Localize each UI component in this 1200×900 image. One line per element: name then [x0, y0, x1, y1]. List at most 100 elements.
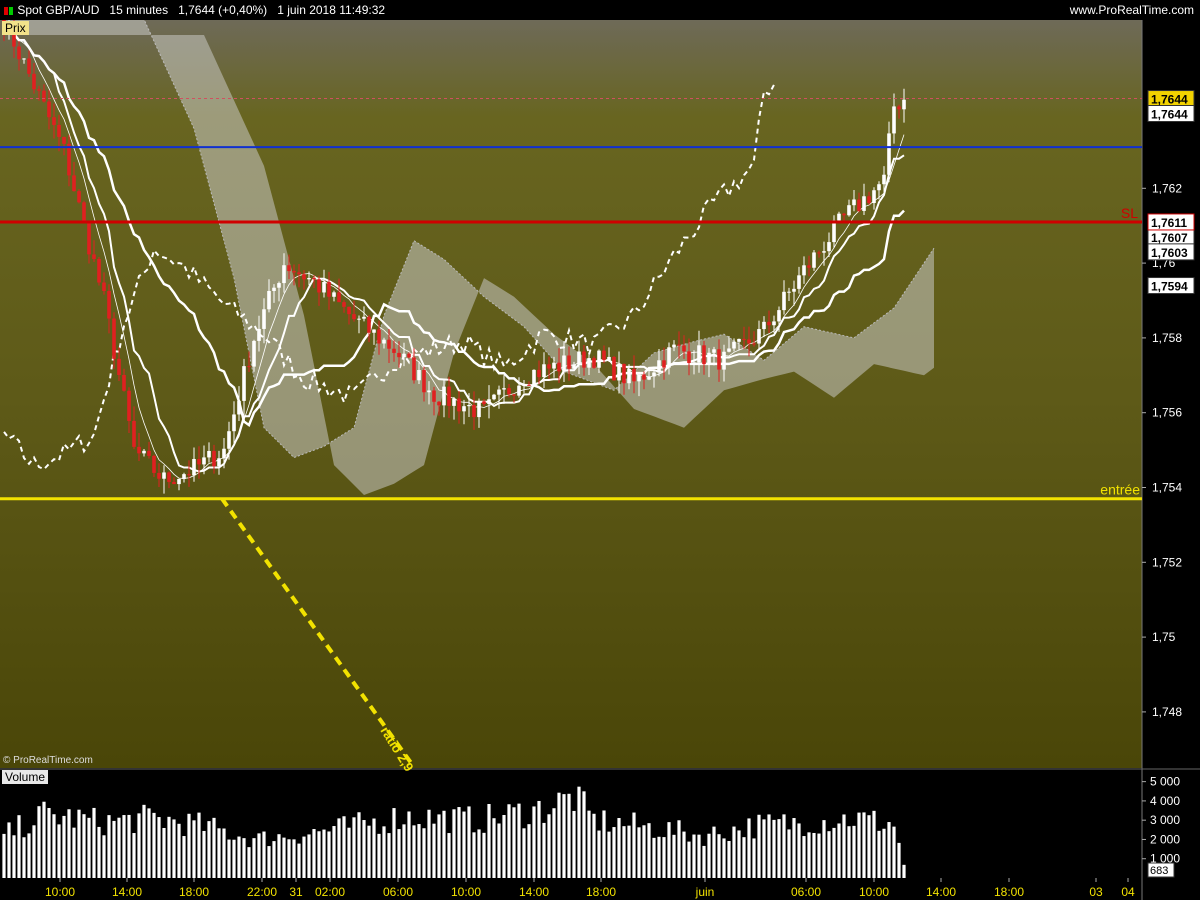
candle-body [67, 143, 71, 176]
candle-body [642, 374, 646, 380]
candle-body [762, 321, 766, 330]
volume-bar [627, 825, 631, 878]
volume-bar [242, 838, 246, 878]
candle-body [72, 175, 76, 192]
volume-bar [882, 828, 886, 878]
volume-bar [667, 822, 671, 878]
candle-body [532, 369, 536, 386]
volume-bar [472, 832, 476, 878]
candle-body [797, 275, 801, 289]
candle-body [22, 58, 26, 60]
candle-body [707, 352, 711, 365]
candle-body [872, 190, 876, 204]
candle-body [897, 106, 901, 110]
candle-body [787, 291, 791, 293]
candle-body [427, 390, 431, 393]
candle-body [247, 366, 251, 368]
candle-body [252, 340, 256, 367]
candle-body [887, 133, 891, 175]
volume-bar [177, 823, 181, 878]
candle-body [322, 282, 326, 293]
volume-bar [107, 815, 111, 878]
candle-body [667, 347, 671, 368]
price-chart[interactable]: SLentréeratio 2,91,7481,751,7521,7541,75… [0, 20, 1200, 900]
candle-body [457, 398, 461, 412]
volume-bar [277, 834, 281, 878]
candle-body [737, 338, 741, 342]
candle-body [617, 363, 621, 381]
volume-bar [487, 804, 491, 878]
candle-body [277, 283, 281, 288]
volume-bar [22, 837, 26, 878]
volume-bar [247, 847, 251, 878]
candle-body [462, 406, 466, 412]
volume-bar [597, 830, 601, 878]
candle-body [772, 321, 776, 326]
candle-body [492, 394, 496, 400]
entree-label: entrée [1100, 482, 1140, 498]
time-tick-label: 18:00 [994, 885, 1024, 899]
down-indicator-icon [4, 6, 8, 15]
volume-bar [577, 786, 581, 878]
candle-body [802, 265, 806, 276]
volume-bar [342, 816, 346, 878]
volume-bar [742, 837, 746, 878]
volume-bar [222, 828, 226, 878]
volume-bar [787, 829, 791, 878]
volume-bar [527, 824, 531, 878]
candle-body [587, 358, 591, 368]
volume-bar [507, 804, 511, 878]
candle-body [857, 199, 861, 211]
candle-body [702, 345, 706, 365]
candle-body [757, 329, 761, 344]
volume-bar [42, 801, 46, 878]
price-tick-label: 1,752 [1152, 555, 1182, 569]
candle-body [742, 338, 746, 340]
candle-body [187, 474, 191, 476]
time-tick-label: 06:00 [383, 885, 413, 899]
volume-bar [747, 818, 751, 878]
volume-bar [452, 809, 456, 878]
volume-panel-label: Volume [2, 770, 49, 784]
volume-bar [457, 807, 461, 878]
candle-body [807, 265, 811, 268]
volume-bar [802, 836, 806, 878]
candle-body [302, 274, 306, 280]
volume-bar [702, 845, 706, 878]
volume-bar [867, 815, 871, 878]
candle-body [312, 277, 316, 280]
candle-body [592, 358, 596, 368]
site-link[interactable]: www.ProRealTime.com [1070, 0, 1194, 20]
candle-body [412, 357, 416, 381]
candle-body [267, 290, 271, 310]
candle-body [347, 306, 351, 315]
price-panel-label: Prix [2, 21, 29, 35]
candle-body [577, 351, 581, 365]
volume-bar [622, 826, 626, 878]
volume-bar [727, 841, 731, 878]
time-tick-label: 02:00 [315, 885, 345, 899]
candle-body [152, 455, 156, 473]
volume-bar [227, 839, 231, 878]
price-tag-label: 1,7607 [1151, 231, 1188, 245]
volume-bar [662, 837, 666, 878]
volume-bar [857, 812, 861, 878]
volume-bar [372, 818, 376, 878]
volume-bar [337, 818, 341, 878]
candle-body [627, 368, 631, 384]
candle-body [217, 458, 221, 467]
volume-bar [757, 814, 761, 878]
time-tick-label: 14:00 [112, 885, 142, 899]
candle-body [37, 89, 41, 91]
candle-body [512, 394, 516, 396]
timeframe[interactable]: 15 minutes [109, 3, 168, 17]
volume-bar [157, 817, 161, 878]
volume-bar [17, 815, 21, 878]
candle-body [817, 252, 821, 254]
volume-bar [202, 830, 206, 878]
candle-body [182, 474, 186, 479]
volume-bar [27, 833, 31, 878]
volume-bar [767, 814, 771, 878]
candle-body [877, 184, 881, 191]
volume-bar [842, 814, 846, 878]
